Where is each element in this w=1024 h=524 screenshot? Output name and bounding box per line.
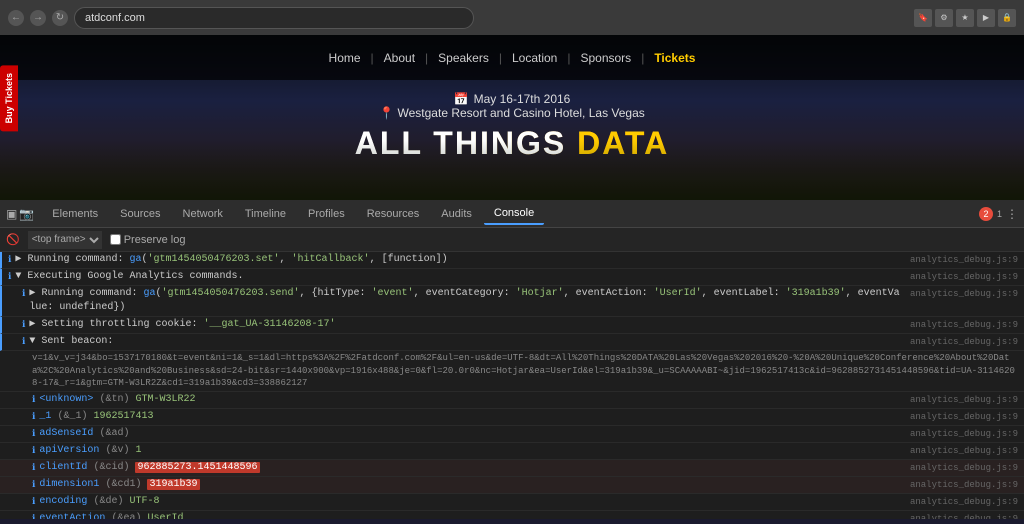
log-line: ℹ ▼ Executing Google Analytics commands.…: [0, 269, 1024, 286]
log-row-1: ℹ _1 (&_1) 1962517413 analytics_debug.js…: [0, 409, 1024, 426]
devtools-inspect-icon[interactable]: ▣: [6, 207, 17, 221]
info-icon: ℹ: [22, 320, 25, 330]
log-line: ℹ ▶ Running command: ga('gtm145405047620…: [0, 286, 1024, 317]
site-nav: Home | About | Speakers | Location | Spo…: [0, 35, 1024, 80]
forward-button[interactable]: →: [30, 10, 46, 26]
calendar-icon: 📅: [454, 92, 469, 106]
devtools-settings-icon[interactable]: ⋮: [1006, 207, 1018, 221]
nav-about[interactable]: About: [374, 51, 425, 65]
info-icon: ℹ: [22, 289, 25, 299]
log-row-adsenseid: ℹ adSenseId (&ad) analytics_debug.js:9: [0, 426, 1024, 443]
log-row-clientid: ℹ clientId (&cid) 962885273.1451448596 a…: [0, 460, 1024, 477]
devtools-device-icon[interactable]: 📷: [19, 207, 34, 221]
ext-icon-2: ⚙: [935, 9, 953, 27]
log-row-encoding: ℹ encoding (&de) UTF-8 analytics_debug.j…: [0, 494, 1024, 511]
info-icon: ℹ: [8, 255, 11, 265]
tab-timeline[interactable]: Timeline: [235, 204, 296, 224]
ext-icon-1: 🔖: [914, 9, 932, 27]
nav-sponsors[interactable]: Sponsors: [570, 51, 641, 65]
tab-elements[interactable]: Elements: [42, 204, 108, 224]
info-icon: ℹ: [32, 429, 35, 439]
hero-section: Home | About | Speakers | Location | Spo…: [0, 35, 1024, 200]
log-row-apiversion: ℹ apiVersion (&v) 1 analytics_debug.js:9: [0, 443, 1024, 460]
tab-network[interactable]: Network: [173, 204, 233, 224]
log-line: v=1&v_v=j34&bo=1537170180&t=event&ni=1&_…: [0, 351, 1024, 392]
info-icon: ℹ: [32, 480, 35, 490]
ext-icon-3: ★: [956, 9, 974, 27]
hero-location: 📍 Westgate Resort and Casino Hotel, Las …: [379, 106, 645, 120]
nav-tickets[interactable]: Tickets: [644, 51, 705, 65]
log-line: ℹ ▼ Sent beacon: analytics_debug.js:9: [0, 334, 1024, 351]
nav-home[interactable]: Home: [319, 51, 371, 65]
url-bar[interactable]: atdconf.com: [74, 7, 474, 29]
tab-resources[interactable]: Resources: [357, 204, 430, 224]
log-row-eventaction: ℹ eventAction (&ea) UserId analytics_deb…: [0, 511, 1024, 519]
info-icon: ℹ: [8, 272, 11, 282]
info-icon: ℹ: [22, 337, 25, 347]
info-icon: ℹ: [32, 446, 35, 456]
ext-icon-4: ▶: [977, 9, 995, 27]
clear-console-icon[interactable]: 🚫: [6, 233, 20, 246]
browser-chrome: ← → ↻ atdconf.com 🔖 ⚙ ★ ▶ 🔒: [0, 0, 1024, 35]
info-icon: ℹ: [32, 514, 35, 519]
back-button[interactable]: ←: [8, 10, 24, 26]
hero-date: 📅 May 16-17th 2016: [454, 92, 571, 106]
pin-icon: 📍: [379, 106, 394, 120]
devtools-sub-toolbar: 🚫 <top frame> Preserve log: [0, 228, 1024, 252]
crowd-overlay: [0, 140, 1024, 200]
devtools-panel: ▣ 📷 Elements Sources Network Timeline Pr…: [0, 200, 1024, 519]
console-content[interactable]: ℹ ▶ Running command: ga('gtm145405047620…: [0, 252, 1024, 519]
nav-speakers[interactable]: Speakers: [428, 51, 499, 65]
log-row-dimension1: ℹ dimension1 (&cd1) 319a1b39 analytics_d…: [0, 477, 1024, 494]
info-icon: ℹ: [32, 395, 35, 405]
preserve-log-label: Preserve log: [110, 234, 186, 246]
info-icon: ℹ: [32, 497, 35, 507]
error-count-badge: 2: [979, 207, 993, 221]
preserve-log-checkbox[interactable]: [110, 234, 121, 245]
refresh-button[interactable]: ↻: [52, 10, 68, 26]
tab-console[interactable]: Console: [484, 203, 544, 225]
info-icon: ℹ: [32, 463, 35, 473]
frame-selector[interactable]: <top frame>: [28, 231, 102, 249]
tab-profiles[interactable]: Profiles: [298, 204, 355, 224]
buy-tickets-tab[interactable]: Buy Tickets: [0, 65, 18, 131]
browser-extensions: 🔖 ⚙ ★ ▶ 🔒: [914, 9, 1016, 27]
info-icon: ℹ: [32, 412, 35, 422]
url-text: atdconf.com: [85, 12, 145, 24]
log-line: ℹ ▶ Setting throttling cookie: '__gat_UA…: [0, 317, 1024, 334]
devtools-top-right: 2 1 ⋮: [979, 207, 1018, 221]
devtools-toolbar: ▣ 📷 Elements Sources Network Timeline Pr…: [0, 200, 1024, 228]
ext-icon-5: 🔒: [998, 9, 1016, 27]
log-row-unknown: ℹ <unknown> (&tn) GTM-W3LR22 analytics_d…: [0, 392, 1024, 409]
log-line: ℹ ▶ Running command: ga('gtm145405047620…: [0, 252, 1024, 269]
tab-audits[interactable]: Audits: [431, 204, 482, 224]
nav-location[interactable]: Location: [502, 51, 567, 65]
tab-sources[interactable]: Sources: [110, 204, 170, 224]
